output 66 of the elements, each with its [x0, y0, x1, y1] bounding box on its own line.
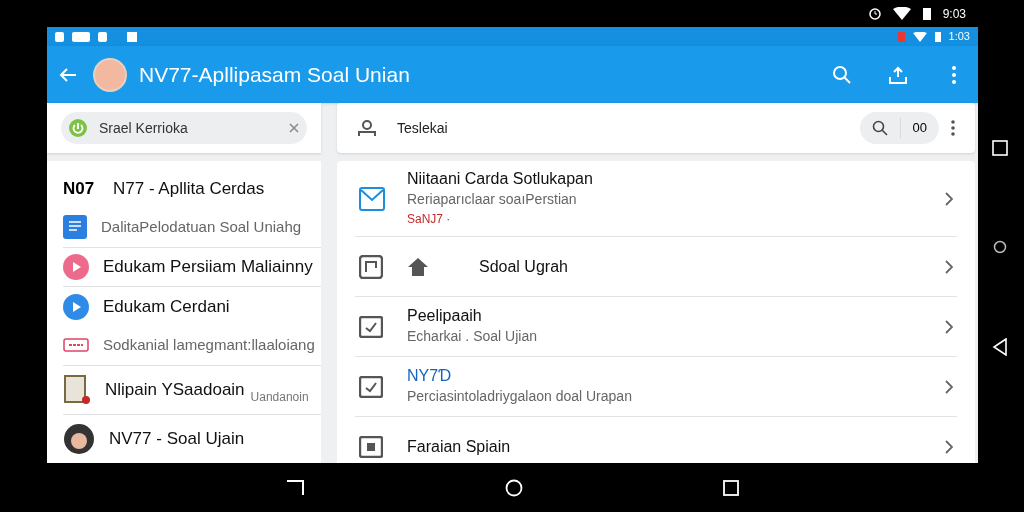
notification-icon	[55, 31, 64, 42]
battery-icon	[922, 7, 931, 20]
more-icon[interactable]	[952, 65, 956, 84]
mail-icon	[359, 186, 385, 211]
item-subtitle: Perciasintoladriygalaon doal Urapan	[407, 387, 633, 406]
list-row[interactable]: Faraian Spiain	[355, 417, 957, 463]
list-item[interactable]: Sodkanial lamegmant:llaaloiang	[103, 334, 315, 357]
list-row[interactable]: Peelipaaih Echarkai . Soal Ujian	[355, 297, 957, 357]
chevron-icon	[945, 319, 953, 334]
power-icon	[69, 119, 87, 137]
item-title: Niitaani Carda Sotlukapan	[407, 169, 594, 189]
share-icon[interactable]	[888, 64, 908, 85]
avatar-icon	[63, 422, 95, 455]
frame-icon	[359, 254, 383, 279]
checkbox-icon	[359, 375, 383, 398]
person-icon	[357, 119, 377, 137]
status-time: 9:03	[942, 5, 966, 23]
item-title: Sdoal Ugrah	[479, 256, 569, 277]
item-subtitle: Echarkai . Soal Ujian	[407, 327, 538, 346]
list-item[interactable]: Edukam Persiiam Maliainny	[103, 254, 313, 280]
battery-icon	[934, 31, 941, 42]
search-text: Teslekai	[397, 118, 449, 138]
list-row[interactable]: NY7Ɗ Perciasintoladriygalaon doal Urapan	[355, 357, 957, 417]
logo-text: N07	[63, 177, 96, 200]
list-item[interactable]: DalitaPelodatuan Soal Uniahg	[101, 215, 302, 239]
item-title: Peelipaaih	[407, 306, 483, 326]
list-item[interactable]: NV77 - Soal Ujain	[109, 426, 245, 452]
item-note: Uandanoin	[250, 388, 309, 406]
item-tag: SaNJ7 ·	[407, 210, 945, 228]
wifi-icon	[892, 7, 911, 20]
list-item[interactable]: Edukam Cerdani	[103, 293, 230, 320]
recents-icon[interactable]	[992, 140, 1008, 156]
more-icon[interactable]	[951, 120, 955, 136]
home-icon[interactable]	[993, 240, 1007, 254]
search-field[interactable]: Srael Kerrioka	[61, 112, 307, 144]
list-item[interactable]: Nlipain YSaadoain	[105, 376, 245, 403]
item-title: Faraian Spiain	[407, 437, 512, 457]
notification-icon	[127, 31, 137, 42]
alert-icon	[897, 31, 905, 42]
document-icon	[63, 215, 87, 240]
list-item[interactable]: N77 - Apllita Cerdas	[113, 175, 265, 202]
item-title: NY7Ɗ	[407, 366, 453, 386]
checkbox-icon	[359, 315, 383, 338]
chevron-icon	[945, 191, 953, 206]
home-icon	[407, 256, 429, 277]
count-label: 00	[899, 118, 939, 138]
chevron-icon	[945, 379, 953, 394]
tag-icon	[63, 338, 89, 353]
search-icon[interactable]	[871, 120, 888, 136]
recents-icon[interactable]	[723, 479, 739, 496]
list-row[interactable]: Sdoal Ugrah	[355, 237, 957, 297]
list-row[interactable]: Niitaani Carda Sotlukapan Reriaparıclaar soaıPerstian SaNJ7 ·	[355, 161, 957, 237]
back-icon[interactable]	[992, 338, 1008, 356]
tablet-icon	[63, 373, 91, 406]
chevron-icon	[945, 259, 953, 274]
item-subtitle: Reriaparıclaar soaıPerstian	[407, 190, 578, 209]
wifi-icon	[912, 31, 927, 42]
status-time: 1:03	[948, 29, 970, 45]
back-icon[interactable]	[285, 478, 305, 497]
avatar-placeholder	[93, 57, 127, 92]
chevron-icon	[945, 440, 953, 454]
clear-icon[interactable]	[289, 123, 299, 133]
notification-icon	[98, 31, 107, 42]
app-title: NV77-Apllipasam Soal Unian	[139, 61, 410, 88]
alarm-icon	[868, 7, 881, 20]
notification-icon	[72, 31, 90, 42]
